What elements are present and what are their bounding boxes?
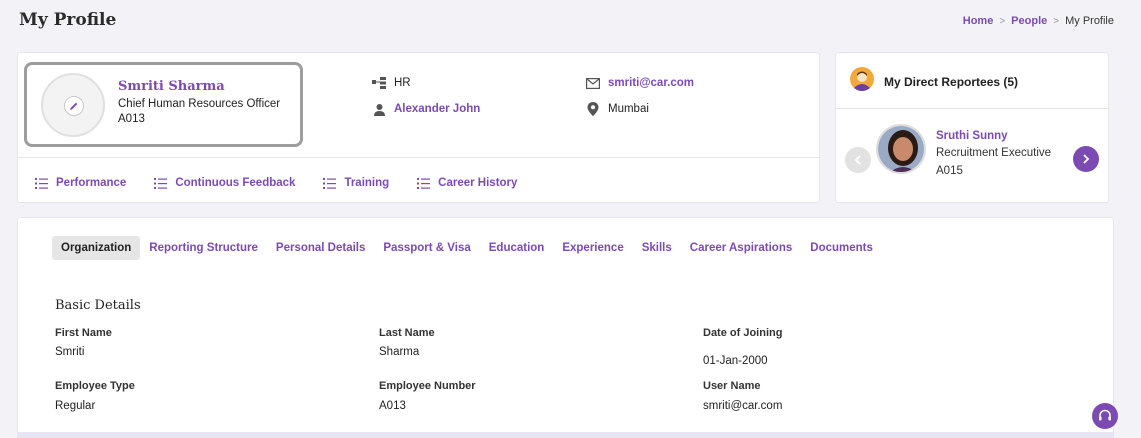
email-link[interactable]: smriti@car.com — [608, 77, 694, 89]
location-info: Mumbai — [586, 102, 649, 116]
list-icon — [153, 176, 167, 190]
chevron-left-icon — [854, 155, 861, 165]
training-link[interactable]: Training — [322, 176, 389, 190]
reportee-id: A015 — [936, 165, 963, 177]
reportee-avatar[interactable] — [876, 124, 926, 174]
career-history-label: Career History — [438, 177, 518, 189]
tab-documents[interactable]: Documents — [801, 236, 882, 260]
tab-education[interactable]: Education — [480, 236, 554, 260]
pencil-icon[interactable] — [64, 96, 84, 116]
next-reportee-button[interactable] — [1073, 146, 1099, 172]
employee-id: A013 — [118, 113, 145, 125]
chevron-right-icon — [1083, 154, 1090, 164]
quick-links: Performance Continuous Feedback Training… — [34, 176, 517, 190]
identity-box: Smriti Sharma Chief Human Resources Offi… — [24, 62, 303, 147]
reportees-header: My Direct Reportees (5) — [850, 67, 1018, 96]
org-chart-icon — [372, 76, 386, 90]
location-value: Mumbai — [608, 103, 649, 115]
performance-link[interactable]: Performance — [34, 176, 126, 190]
profile-tabs: Organization Reporting Structure Persona… — [52, 236, 882, 260]
training-label: Training — [344, 177, 390, 189]
breadcrumb-home[interactable]: Home — [963, 15, 994, 27]
department-info: HR — [372, 76, 411, 90]
user-name-value: smriti@car.com — [703, 400, 783, 412]
manager-info: Alexander John — [372, 102, 480, 116]
employee-name: Smriti Sharma — [118, 79, 225, 94]
date-of-joining-label: Date of Joining — [703, 327, 783, 339]
tab-personal-details[interactable]: Personal Details — [267, 236, 374, 260]
employee-type-label: Employee Type — [55, 380, 135, 392]
list-icon — [416, 176, 430, 190]
employee-number-label: Employee Number — [379, 380, 476, 392]
last-name-label: Last Name — [379, 327, 435, 339]
employee-type-value: Regular — [55, 400, 96, 412]
manager-link[interactable]: Alexander John — [394, 103, 480, 115]
email-info: smriti@car.com — [586, 76, 694, 90]
divider — [836, 108, 1108, 109]
details-card: Organization Reporting Structure Persona… — [17, 217, 1114, 438]
reportees-card: My Direct Reportees (5) Sruthi Sunny Rec… — [835, 52, 1109, 203]
map-pin-icon — [586, 102, 600, 116]
previous-reportee-button[interactable] — [845, 147, 871, 173]
user-name-label: User Name — [703, 380, 761, 392]
breadcrumb-people[interactable]: People — [1011, 15, 1047, 27]
section-title: Basic Details — [55, 298, 141, 313]
date-of-joining-value: 01-Jan-2000 — [703, 355, 768, 367]
career-history-link[interactable]: Career History — [416, 176, 517, 190]
tab-reporting-structure[interactable]: Reporting Structure — [140, 236, 267, 260]
department-value: HR — [394, 77, 411, 89]
breadcrumb: Home > People > My Profile — [963, 15, 1114, 27]
breadcrumb-separator: > — [999, 15, 1006, 27]
page-title: My Profile — [19, 10, 117, 30]
reportee-name[interactable]: Sruthi Sunny — [936, 130, 1008, 142]
list-icon — [34, 176, 48, 190]
help-button[interactable] — [1092, 403, 1118, 429]
envelope-icon — [586, 76, 600, 90]
tab-career-aspirations[interactable]: Career Aspirations — [681, 236, 801, 260]
tab-experience[interactable]: Experience — [553, 236, 632, 260]
last-name-value: Sharma — [379, 346, 420, 358]
reportee-role: Recruitment Executive — [936, 147, 1052, 159]
reportees-title: My Direct Reportees (5) — [884, 74, 1019, 89]
divider — [18, 157, 819, 158]
list-icon — [322, 176, 336, 190]
breadcrumb-separator: > — [1053, 15, 1060, 27]
breadcrumb-current: My Profile — [1065, 15, 1114, 27]
bottom-band — [17, 432, 1114, 438]
continuous-feedback-label: Continuous Feedback — [175, 177, 296, 189]
profile-card: Smriti Sharma Chief Human Resources Offi… — [17, 52, 820, 203]
first-name-value: Smriti — [55, 346, 85, 358]
first-name-label: First Name — [55, 327, 112, 339]
tab-passport-visa[interactable]: Passport & Visa — [374, 236, 479, 260]
avatar-icon — [850, 67, 874, 96]
tab-skills[interactable]: Skills — [633, 236, 681, 260]
employee-number-value: A013 — [379, 400, 406, 412]
employee-role: Chief Human Resources Officer — [118, 98, 281, 110]
avatar — [41, 73, 105, 137]
headset-icon — [1099, 409, 1111, 421]
tab-organization[interactable]: Organization — [52, 236, 141, 260]
continuous-feedback-link[interactable]: Continuous Feedback — [153, 176, 295, 190]
performance-label: Performance — [56, 177, 127, 189]
person-icon — [372, 102, 386, 116]
